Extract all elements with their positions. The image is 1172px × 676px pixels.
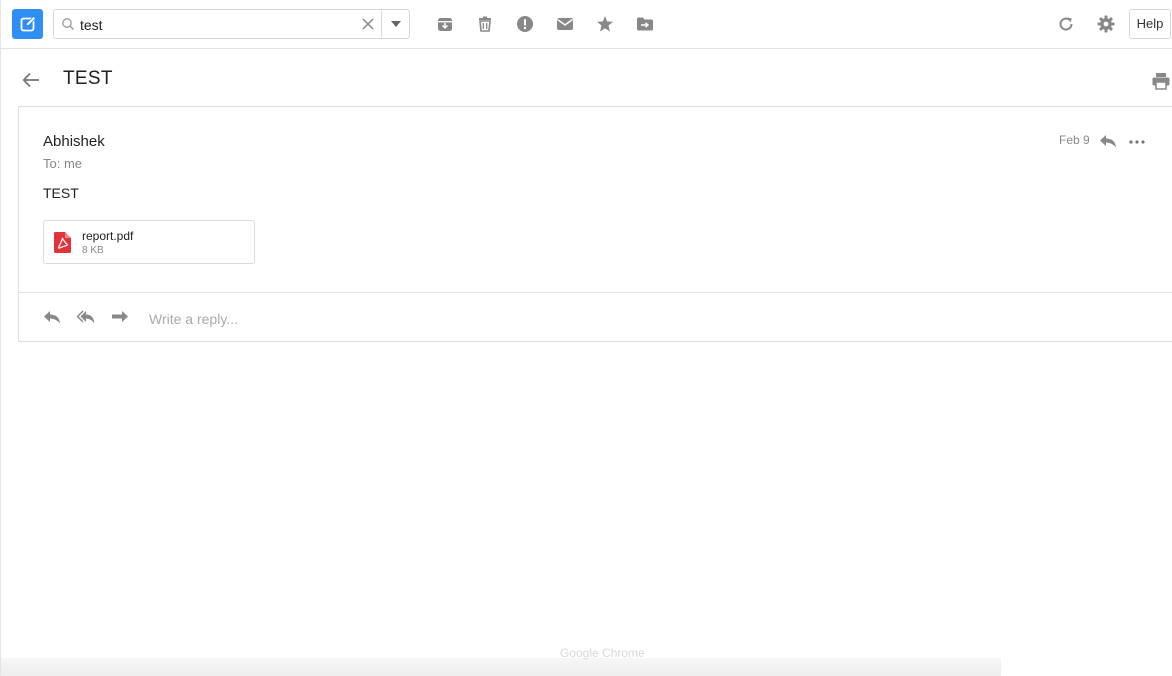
- search-icon: [62, 18, 74, 30]
- star-button[interactable]: [595, 14, 615, 34]
- spam-icon: [517, 16, 533, 32]
- reply-icon[interactable]: [43, 309, 61, 325]
- reply-icon[interactable]: [1099, 133, 1117, 149]
- sender-name: Abhishek: [43, 133, 105, 150]
- more-options-icon[interactable]: [1128, 135, 1146, 149]
- move-button[interactable]: [635, 14, 655, 34]
- attachment-card[interactable]: report.pdf 8 KB: [43, 220, 255, 264]
- reply-all-icon[interactable]: [77, 309, 95, 325]
- compose-button[interactable]: [12, 9, 43, 39]
- clear-icon[interactable]: [361, 17, 375, 31]
- delete-button[interactable]: [475, 14, 495, 34]
- move-to-folder-icon: [637, 17, 653, 31]
- gear-icon: [1097, 15, 1115, 33]
- reply-bar: [19, 292, 1172, 342]
- settings-button[interactable]: [1096, 14, 1116, 34]
- pdf-icon: [54, 232, 71, 253]
- mark-unread-button[interactable]: [555, 14, 575, 34]
- archive-icon: [438, 18, 452, 31]
- print-icon[interactable]: [1151, 71, 1171, 91]
- message-body: TEST: [43, 185, 79, 201]
- dropdown-icon[interactable]: [390, 20, 402, 28]
- mail-app: Help TEST Abhishek To: me TEST Feb 9: [0, 0, 1172, 676]
- trash-icon: [479, 16, 491, 32]
- search-divider: [381, 10, 382, 38]
- recipient-line: To: me: [43, 156, 83, 171]
- back-arrow-icon[interactable]: [21, 70, 41, 90]
- message-card: Abhishek To: me TEST Feb 9 report.pdf 8 …: [18, 106, 1172, 342]
- top-toolbar: Help: [1, 0, 1172, 49]
- mark-unread-icon: [557, 18, 573, 30]
- attachment-size: 8 KB: [82, 245, 104, 256]
- forward-icon[interactable]: [111, 309, 129, 325]
- bottom-fade: [1, 658, 1001, 676]
- page-title: TEST: [63, 68, 113, 89]
- refresh-icon: [1059, 17, 1073, 31]
- faint-window-label: Google Chrome: [560, 646, 645, 660]
- message-date: Feb 9: [1059, 133, 1090, 147]
- reply-input[interactable]: [149, 309, 1049, 329]
- spam-button[interactable]: [515, 14, 535, 34]
- search-input[interactable]: [80, 14, 350, 36]
- attachment-name: report.pdf: [82, 229, 134, 243]
- refresh-button[interactable]: [1056, 14, 1076, 34]
- archive-button[interactable]: [435, 14, 455, 34]
- compose-icon: [20, 15, 36, 32]
- help-button[interactable]: Help: [1129, 9, 1171, 39]
- star-icon: [597, 16, 613, 32]
- search-box: [53, 9, 410, 39]
